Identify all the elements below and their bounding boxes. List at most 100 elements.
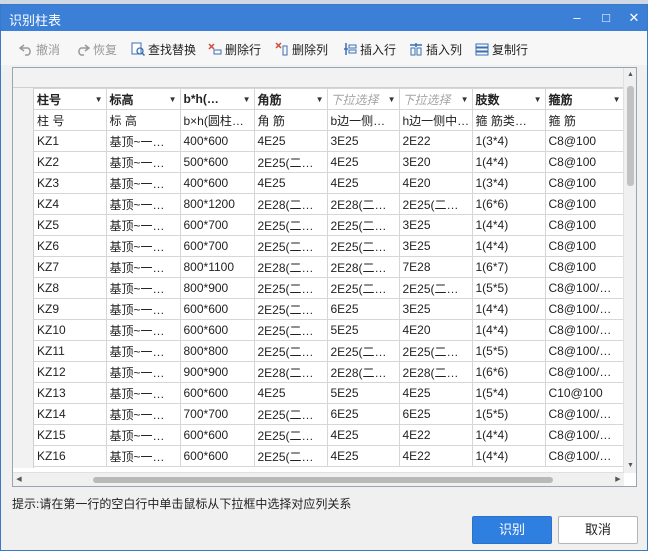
- table-cell[interactable]: 600*600: [179, 298, 255, 320]
- table-cell[interactable]: KZ9: [34, 298, 107, 320]
- table-cell[interactable]: C8@100/…: [544, 298, 625, 320]
- scroll-right-icon[interactable]: ▶: [612, 473, 624, 486]
- table-cell[interactable]: 2E25(二…: [253, 277, 328, 299]
- table-cell[interactable]: 4E25: [253, 172, 328, 194]
- table-cell[interactable]: C8@100: [544, 235, 625, 257]
- table-cell[interactable]: 600*700: [179, 235, 255, 257]
- find-replace-button[interactable]: 查找替换: [131, 40, 196, 58]
- undo-button[interactable]: 撤消: [19, 40, 60, 58]
- table-cell[interactable]: 2E25(二…: [253, 235, 328, 257]
- table-cell[interactable]: 柱 号: [34, 109, 107, 131]
- table-cell[interactable]: 基顶~一…: [105, 361, 181, 383]
- mapping-cell[interactable]: 箍筋 ▼: [544, 88, 625, 110]
- table-cell[interactable]: 1(4*4): [471, 424, 546, 446]
- redo-button[interactable]: 恢复: [76, 40, 117, 58]
- table-cell[interactable]: 500*600: [179, 151, 255, 173]
- table-cell[interactable]: KZ5: [34, 214, 107, 236]
- table-cell[interactable]: C8@100: [544, 193, 625, 215]
- table-cell[interactable]: C8@100/…: [544, 319, 625, 341]
- table-cell[interactable]: 角 筋: [253, 109, 328, 131]
- table-cell[interactable]: 1(5*5): [471, 403, 546, 425]
- table-cell[interactable]: 2E28(二…: [326, 193, 400, 215]
- dropdown-arrow-icon[interactable]: ▼: [243, 90, 251, 109]
- table-cell[interactable]: b边一侧…: [326, 109, 400, 131]
- table-cell[interactable]: 1(4*4): [471, 319, 546, 341]
- mapping-cell[interactable]: 标高 ▼: [105, 88, 181, 110]
- table-cell[interactable]: 4E20: [398, 172, 473, 194]
- table-cell[interactable]: 基顶~一…: [105, 214, 181, 236]
- table-cell[interactable]: KZ11: [34, 340, 107, 362]
- table-cell[interactable]: KZ10: [34, 319, 107, 341]
- table-cell[interactable]: 基顶~一…: [105, 298, 181, 320]
- table-cell[interactable]: 基顶~一…: [105, 193, 181, 215]
- table-cell[interactable]: C8@100/…: [544, 403, 625, 425]
- table-cell[interactable]: C10@100: [544, 382, 625, 404]
- table-cell[interactable]: 2E25(二…: [253, 151, 328, 173]
- table-cell[interactable]: 600*600: [179, 382, 255, 404]
- table-cell[interactable]: 1(4*4): [471, 445, 546, 467]
- table-cell[interactable]: C8@100/…: [544, 445, 625, 467]
- mapping-cell[interactable]: 角筋 ▼: [253, 88, 328, 110]
- table-cell[interactable]: 1(3*4): [471, 130, 546, 152]
- table-cell[interactable]: 4E22: [398, 424, 473, 446]
- mapping-cell[interactable]: 下拉选择 ▼: [398, 88, 473, 110]
- table-cell[interactable]: 2E25(二…: [253, 340, 328, 362]
- table-cell[interactable]: 基顶~一…: [105, 235, 181, 257]
- table-cell[interactable]: 4E25: [326, 445, 400, 467]
- table-cell[interactable]: 600*600: [179, 319, 255, 341]
- table-cell[interactable]: 6E25: [398, 403, 473, 425]
- table-cell[interactable]: 2E25(二…: [253, 214, 328, 236]
- table-cell[interactable]: 基顶~一…: [105, 403, 181, 425]
- table-cell[interactable]: KZ14: [34, 403, 107, 425]
- table-cell[interactable]: 2E28(二…: [398, 361, 473, 383]
- table-cell[interactable]: 7E28: [398, 256, 473, 278]
- table-cell[interactable]: 4E25: [326, 172, 400, 194]
- table-cell[interactable]: 2E28(二…: [253, 193, 328, 215]
- table-cell[interactable]: 2E28(二…: [253, 361, 328, 383]
- table-cell[interactable]: 3E25: [398, 214, 473, 236]
- table-cell[interactable]: C8@100/…: [544, 424, 625, 446]
- table-cell[interactable]: 3E20: [398, 151, 473, 173]
- table-cell[interactable]: 4E25: [253, 382, 328, 404]
- table-cell[interactable]: 2E25(二…: [253, 424, 328, 446]
- table-cell[interactable]: C8@100: [544, 214, 625, 236]
- table-cell[interactable]: 800*1200: [179, 193, 255, 215]
- table-cell[interactable]: 3E25: [326, 130, 400, 152]
- table-cell[interactable]: 2E25(二…: [253, 403, 328, 425]
- table-cell[interactable]: 箍 筋类…: [471, 109, 546, 131]
- table-cell[interactable]: 5E25: [326, 319, 400, 341]
- table-cell[interactable]: C8@100/…: [544, 340, 625, 362]
- table-cell[interactable]: 3E25: [398, 235, 473, 257]
- table-cell[interactable]: 3E25: [398, 298, 473, 320]
- scroll-down-icon[interactable]: ▼: [624, 459, 636, 473]
- table-cell[interactable]: 400*600: [179, 130, 255, 152]
- table-cell[interactable]: 2E25(二…: [398, 193, 473, 215]
- table-cell[interactable]: 基顶~一…: [105, 340, 181, 362]
- table-cell[interactable]: 800*1100: [179, 256, 255, 278]
- mapping-cell[interactable]: 肢数 ▼: [471, 88, 546, 110]
- table-cell[interactable]: 基顶~一…: [105, 151, 181, 173]
- mapping-cell[interactable]: 柱号 ▼: [34, 88, 107, 110]
- table-cell[interactable]: 1(5*5): [471, 340, 546, 362]
- table-cell[interactable]: 4E25: [253, 130, 328, 152]
- table-cell[interactable]: 2E28(二…: [326, 256, 400, 278]
- table-cell[interactable]: 1(6*7): [471, 256, 546, 278]
- table-cell[interactable]: 标 高: [105, 109, 181, 131]
- table-cell[interactable]: 1(3*4): [471, 172, 546, 194]
- dropdown-arrow-icon[interactable]: ▼: [534, 90, 542, 109]
- column-table-grid[interactable]: 柱号 ▼ 标高 ▼ b*h(… ▼ 角筋 ▼ 下拉选择 ▼ 下拉选择 ▼ 肢数 ▼ 箍筋 ▼ 柱…: [12, 67, 637, 487]
- vertical-scrollbar[interactable]: ▲ ▼: [623, 68, 636, 473]
- table-cell[interactable]: 4E20: [398, 319, 473, 341]
- horizontal-scroll-thumb[interactable]: [93, 477, 553, 483]
- table-cell[interactable]: C8@100: [544, 172, 625, 194]
- table-cell[interactable]: 1(5*5): [471, 277, 546, 299]
- table-cell[interactable]: 2E28(二…: [326, 361, 400, 383]
- table-cell[interactable]: 2E25(二…: [253, 445, 328, 467]
- table-cell[interactable]: h边一侧中…: [398, 109, 473, 131]
- table-cell[interactable]: C8@100/…: [544, 277, 625, 299]
- insert-column-button[interactable]: 插入列: [409, 40, 462, 58]
- table-cell[interactable]: 2E22: [398, 130, 473, 152]
- dropdown-arrow-icon[interactable]: ▼: [95, 90, 103, 109]
- table-cell[interactable]: 1(6*6): [471, 361, 546, 383]
- scroll-up-icon[interactable]: ▲: [624, 68, 636, 82]
